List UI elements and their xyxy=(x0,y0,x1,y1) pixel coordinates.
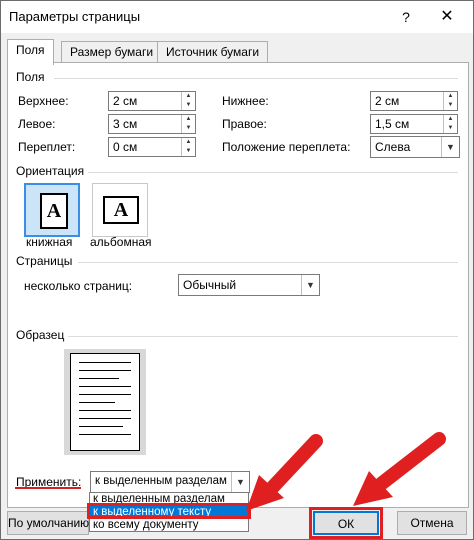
annotation-arrows xyxy=(246,432,446,511)
arrow-to-ok-button xyxy=(353,432,446,506)
page-setup-dialog: Параметры страницы ? ✕ Поля Размер бумаг… xyxy=(0,0,474,540)
arrow-to-dropdown xyxy=(246,434,323,511)
